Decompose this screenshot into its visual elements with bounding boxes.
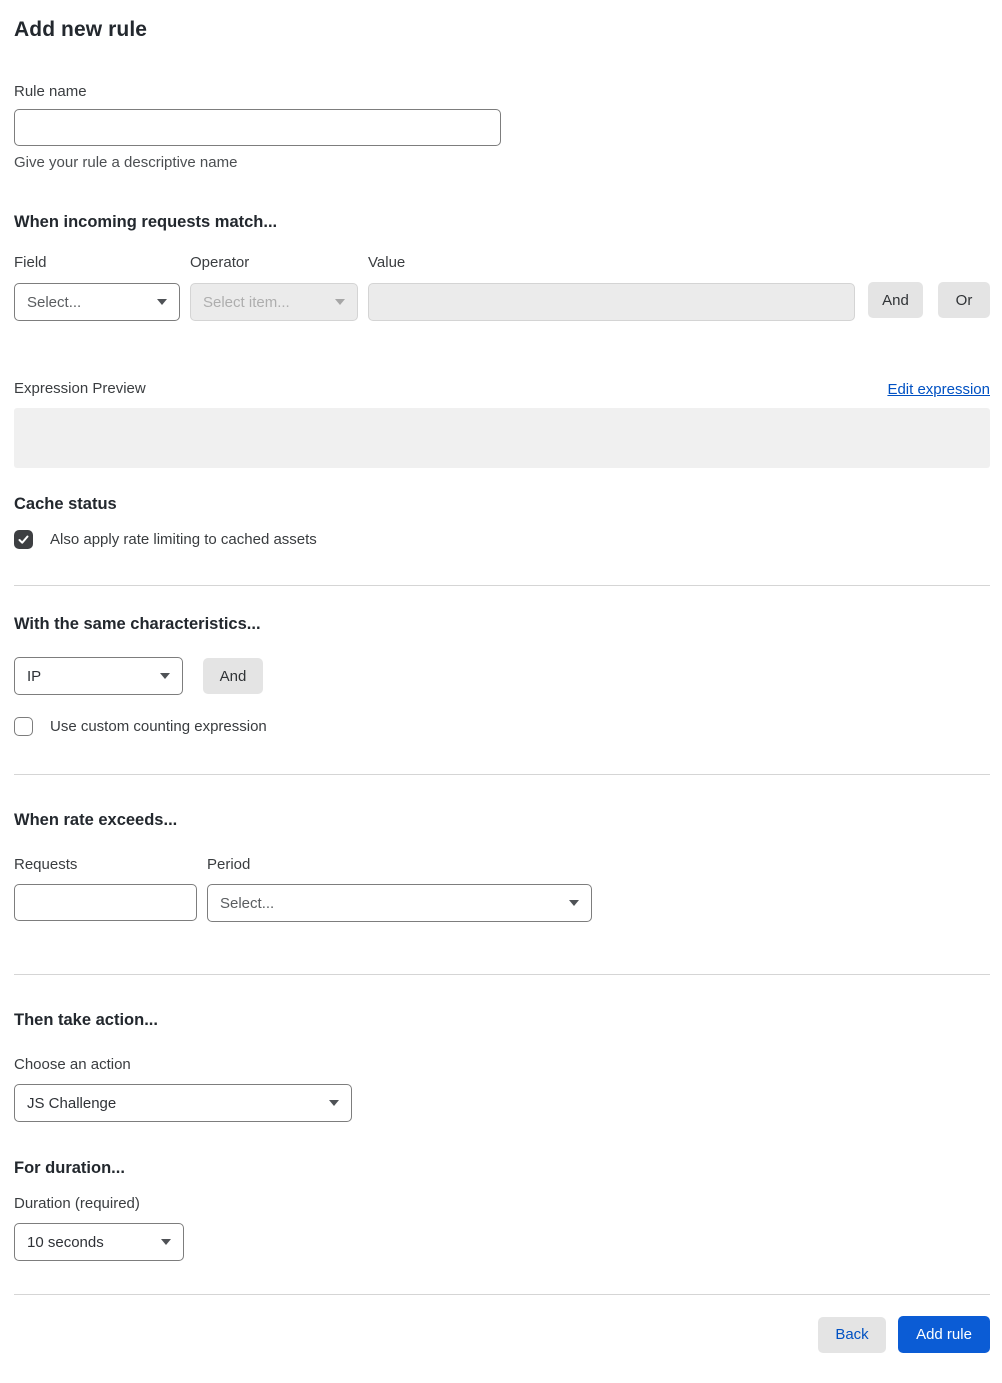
action-select-value: JS Challenge (27, 1094, 117, 1112)
chevron-down-icon (160, 673, 170, 679)
footer-actions: Back Add rule (14, 1316, 990, 1353)
period-label: Period (207, 856, 251, 873)
characteristics-and-button[interactable]: And (203, 658, 263, 694)
chevron-down-icon (569, 900, 579, 906)
value-input (368, 283, 855, 321)
chevron-down-icon (157, 299, 167, 305)
custom-counting-checkbox[interactable] (14, 717, 33, 736)
operator-select-value: Select item... (203, 293, 290, 311)
chevron-down-icon (335, 299, 345, 305)
characteristic-select[interactable]: IP (14, 657, 183, 695)
requests-input[interactable] (14, 884, 197, 921)
requests-column: Requests (14, 856, 197, 922)
operator-column: Operator Select item... (190, 254, 368, 321)
period-column: Period Select... (207, 856, 592, 922)
requests-label: Requests (14, 856, 78, 873)
field-select-value: Select... (27, 293, 82, 311)
rule-name-helper-text: Give your rule a descriptive name (14, 154, 238, 171)
back-button[interactable]: Back (818, 1316, 886, 1353)
and-button[interactable]: And (868, 282, 923, 318)
match-section-heading: When incoming requests match... (14, 213, 278, 231)
action-section-heading: Then take action... (14, 1011, 158, 1029)
andor-buttons: And Or (855, 281, 990, 319)
cached-assets-checkbox[interactable] (14, 530, 33, 549)
characteristics-heading: With the same characteristics... (14, 615, 261, 633)
rate-controls-row: Requests Period Select... (14, 856, 990, 922)
duration-select-value: 10 seconds (27, 1233, 104, 1251)
match-controls-row: Field Select... Operator Select item... … (14, 254, 990, 321)
expression-preview-box (14, 408, 990, 468)
section-divider (14, 585, 990, 586)
or-button[interactable]: Or (938, 282, 990, 318)
period-select-value: Select... (220, 894, 275, 912)
expression-preview-label: Expression Preview (14, 380, 146, 397)
choose-action-label: Choose an action (14, 1056, 131, 1073)
cached-assets-checkbox-label: Also apply rate limiting to cached asset… (50, 531, 317, 548)
section-divider (14, 774, 990, 775)
rate-section-heading: When rate exceeds... (14, 811, 178, 829)
add-rule-form: Add new rule Rule name Give your rule a … (0, 0, 1002, 1383)
add-rule-button[interactable]: Add rule (898, 1316, 990, 1353)
checkmark-icon (18, 535, 29, 544)
operator-label: Operator (190, 254, 250, 271)
expression-preview-header: Expression Preview Edit expression (14, 380, 990, 398)
cache-status-heading: Cache status (14, 495, 117, 513)
rule-name-input[interactable] (14, 109, 501, 146)
duration-label: Duration (required) (14, 1195, 140, 1212)
chevron-down-icon (161, 1239, 171, 1245)
field-label: Field (14, 254, 47, 271)
custom-counting-checkbox-label: Use custom counting expression (50, 718, 267, 735)
field-select[interactable]: Select... (14, 283, 180, 321)
characteristic-select-value: IP (27, 667, 42, 685)
duration-section-heading: For duration... (14, 1159, 125, 1177)
value-label: Value (368, 254, 406, 271)
footer-divider (14, 1294, 990, 1295)
characteristics-row: IP And (14, 657, 990, 695)
period-select[interactable]: Select... (207, 884, 592, 922)
counting-expression-row: Use custom counting expression (14, 717, 990, 736)
action-select[interactable]: JS Challenge (14, 1084, 352, 1122)
edit-expression-link[interactable]: Edit expression (887, 381, 990, 398)
cache-checkbox-row: Also apply rate limiting to cached asset… (14, 530, 990, 549)
duration-select[interactable]: 10 seconds (14, 1223, 184, 1261)
page-title: Add new rule (14, 18, 148, 41)
field-column: Field Select... (14, 254, 190, 321)
value-column: Value (368, 254, 855, 321)
chevron-down-icon (329, 1100, 339, 1106)
section-divider (14, 974, 990, 975)
operator-select: Select item... (190, 283, 358, 321)
rule-name-label: Rule name (14, 83, 87, 100)
